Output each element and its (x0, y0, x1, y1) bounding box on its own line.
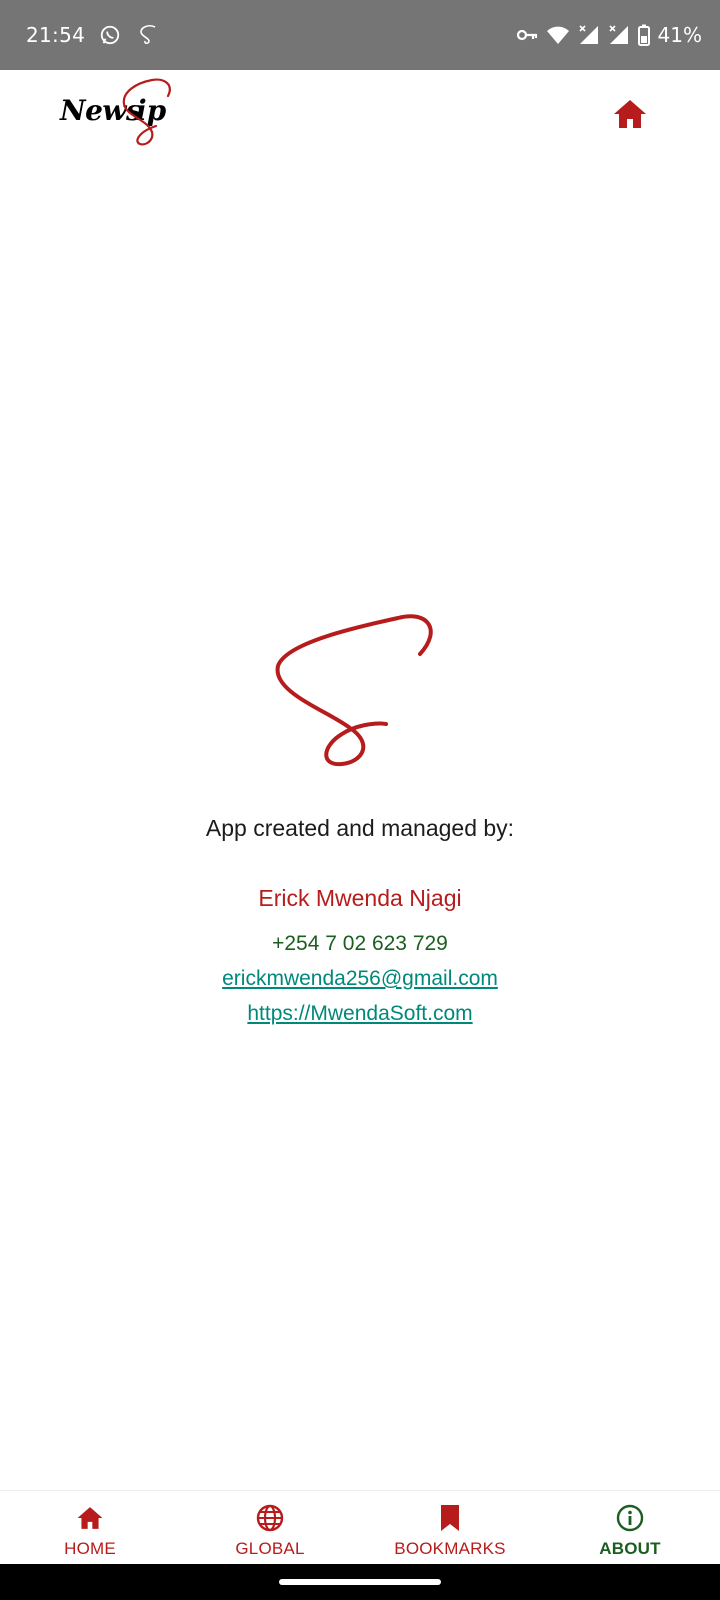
nav-label-bookmarks: BOOKMARKS (394, 1539, 506, 1558)
credit-title: App created and managed by: (205, 815, 515, 841)
bottom-navigation: HOME GLOBAL BOOKMARKS ABOUT (0, 1490, 720, 1564)
nav-item-global[interactable]: GLOBAL (180, 1491, 360, 1564)
status-time: 21:54 (26, 23, 86, 47)
nav-label-about: ABOUT (599, 1539, 661, 1558)
bookmark-icon (435, 1503, 465, 1533)
signal-icon (608, 24, 630, 46)
signal-icon (578, 24, 600, 46)
phone-number[interactable]: +254 7 02 623 729 (0, 932, 720, 956)
globe-icon (255, 1503, 285, 1533)
nav-item-about[interactable]: ABOUT (540, 1491, 720, 1564)
app-logo: News ip (56, 74, 186, 154)
vpn-key-icon (516, 27, 538, 43)
nav-label-home: HOME (64, 1539, 116, 1558)
home-button[interactable] (608, 92, 652, 136)
nav-label-global: GLOBAL (235, 1539, 305, 1558)
nav-item-home[interactable]: HOME (0, 1491, 180, 1564)
status-right: 41% (516, 20, 702, 50)
app-notification-icon (135, 23, 159, 47)
battery-icon (637, 24, 650, 46)
gesture-handle[interactable] (279, 1579, 441, 1585)
nav-item-bookmarks[interactable]: BOOKMARKS (360, 1491, 540, 1564)
logo-swirl-icon (122, 78, 171, 146)
status-left: 21:54 (26, 20, 159, 50)
whatsapp-icon (99, 24, 121, 46)
home-icon (75, 1503, 105, 1533)
email-link[interactable]: erickmwenda256@gmail.com (0, 967, 720, 991)
battery-percentage: 41% (657, 23, 702, 47)
status-bar: 21:54 41% (0, 0, 720, 70)
info-icon (615, 1503, 645, 1533)
website-link[interactable]: https://MwendaSoft.com (0, 1002, 720, 1026)
home-icon (614, 100, 646, 128)
swirl-logo-icon (275, 614, 433, 767)
app-bar: News ip (0, 70, 720, 160)
wifi-icon (546, 25, 570, 45)
system-gesture-bar (0, 1564, 720, 1600)
about-logo-mark (270, 610, 450, 790)
author-name: Erick Mwenda Njagi (258, 885, 462, 911)
